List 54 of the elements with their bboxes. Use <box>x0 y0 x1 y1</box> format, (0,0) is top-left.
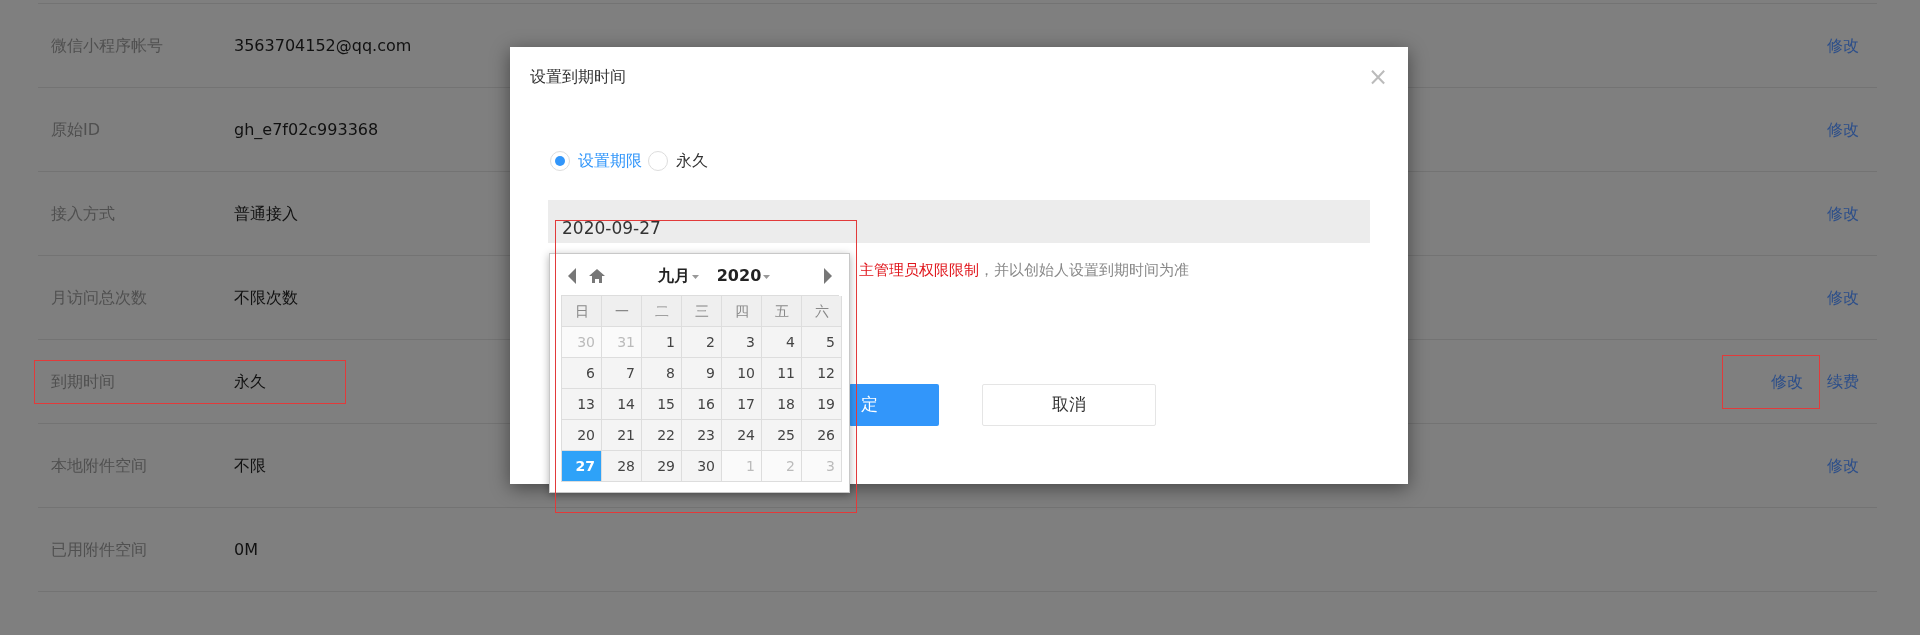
day-cell[interactable]: 3 <box>722 327 762 358</box>
day-cell[interactable]: 11 <box>762 358 802 389</box>
field-value: 不限 <box>234 454 266 477</box>
radio-button[interactable] <box>550 151 570 171</box>
day-cell[interactable]: 7 <box>602 358 642 389</box>
day-cell[interactable]: 29 <box>642 451 682 482</box>
weekday-header: 四 <box>722 296 762 327</box>
field-value: 不限次数 <box>234 286 298 309</box>
hint-text: 主管理员权限限制，并以创始人设置到期时间为准 <box>859 260 1190 281</box>
field-value: 永久 <box>234 370 266 393</box>
day-cell[interactable]: 9 <box>682 358 722 389</box>
day-cell[interactable]: 1 <box>642 327 682 358</box>
weekday-header: 二 <box>642 296 682 327</box>
radio-button[interactable] <box>648 151 668 171</box>
day-cell[interactable]: 21 <box>602 420 642 451</box>
day-cell[interactable]: 6 <box>562 358 602 389</box>
day-cell[interactable]: 28 <box>602 451 642 482</box>
caret-icon <box>763 275 771 279</box>
weekday-header: 一 <box>602 296 642 327</box>
day-cell[interactable]: 15 <box>642 389 682 420</box>
weekday-header: 五 <box>762 296 802 327</box>
day-cell[interactable]: 16 <box>682 389 722 420</box>
cancel-button[interactable]: 取消 <box>982 384 1156 426</box>
day-cell[interactable]: 20 <box>562 420 602 451</box>
field-value: gh_e7f02c993368 <box>234 118 379 141</box>
year-dropdown[interactable]: 2020 <box>712 264 775 288</box>
day-cell[interactable]: 26 <box>802 420 842 451</box>
weekday-header: 日 <box>562 296 602 327</box>
day-cell[interactable]: 18 <box>762 389 802 420</box>
radio-label[interactable]: 永久 <box>676 149 708 173</box>
day-cell[interactable]: 17 <box>722 389 762 420</box>
weekday-header: 六 <box>802 296 842 327</box>
day-cell[interactable]: 25 <box>762 420 802 451</box>
day-cell[interactable]: 10 <box>722 358 762 389</box>
day-cell[interactable]: 13 <box>562 389 602 420</box>
weekday-header: 三 <box>682 296 722 327</box>
dialog-title: 设置到期时间 <box>530 66 626 88</box>
day-cell[interactable]: 5 <box>802 327 842 358</box>
field-value: 0M <box>234 538 258 561</box>
day-cell[interactable]: 2 <box>682 327 722 358</box>
day-cell[interactable]: 12 <box>802 358 842 389</box>
month-dropdown[interactable]: 九月 <box>653 264 703 288</box>
day-cell[interactable]: 8 <box>642 358 682 389</box>
day-cell[interactable]: 14 <box>602 389 642 420</box>
day-cell[interactable]: 24 <box>722 420 762 451</box>
day-cell[interactable]: 30 <box>682 451 722 482</box>
day-cell[interactable]: 4 <box>762 327 802 358</box>
day-cell[interactable]: 23 <box>682 420 722 451</box>
field-value: 3563704152@qq.com <box>234 34 412 57</box>
day-cell[interactable]: 22 <box>642 420 682 451</box>
day-cell[interactable]: 19 <box>802 389 842 420</box>
caret-icon <box>691 275 699 279</box>
date-field[interactable]: 2020-09-27 <box>548 200 1370 243</box>
field-value: 普通接入 <box>234 202 298 225</box>
